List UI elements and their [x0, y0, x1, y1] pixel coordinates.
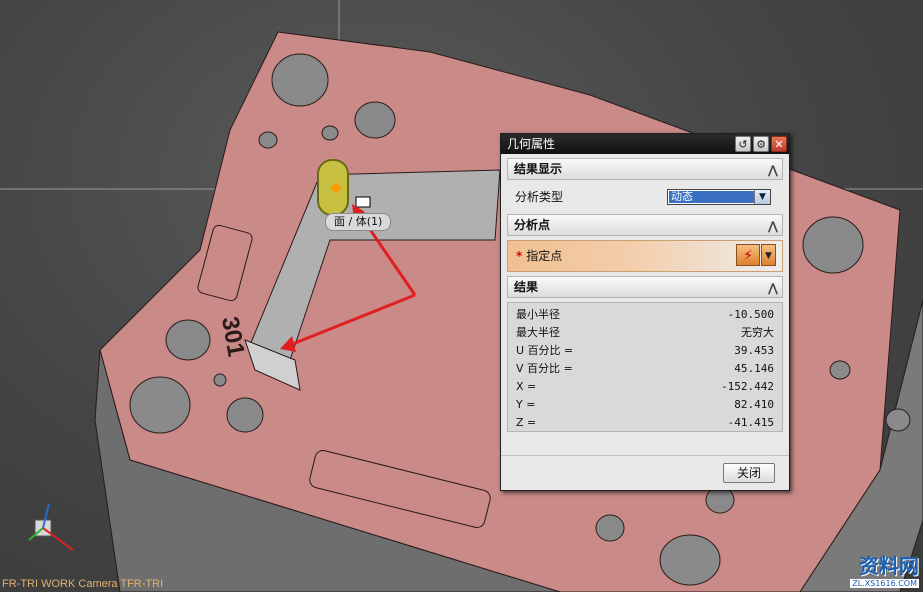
point-snap-icon[interactable]: ⚡ [736, 244, 760, 266]
analysis-type-row: 分析类型 动态 ▼ [507, 184, 783, 210]
specify-point-row[interactable]: * 指定点 ⚡ ▼ [507, 240, 783, 272]
watermark-title: 资料网 [859, 554, 919, 578]
section-analysis-point[interactable]: 分析点 ⋀ [507, 214, 783, 236]
watermark-url: ZL.XS1616.COM [850, 579, 919, 588]
hole [271, 53, 329, 107]
dialog-titlebar[interactable]: 几何属性 ↺ ⚙ ✕ [501, 134, 789, 154]
collapse-icon[interactable]: ⋀ [768, 216, 778, 236]
dialog-title: 几何属性 [507, 137, 556, 151]
collapse-icon[interactable]: ⋀ [768, 278, 778, 298]
section-label: 结果 [514, 280, 539, 294]
view-triad-icon [28, 503, 74, 551]
settings-icon[interactable]: ⚙ [753, 136, 769, 152]
geometry-properties-dialog: 几何属性 ↺ ⚙ ✕ 结果显示 ⋀ 分析类型 动态 ▼ 分析点 ⋀ * 指定点 ⚡… [500, 133, 790, 491]
result-row: X = -152.442 [516, 380, 774, 393]
close-button[interactable]: 关闭 [723, 463, 775, 483]
result-row: Y = 82.410 [516, 398, 774, 411]
section-label: 结果显示 [514, 162, 563, 176]
analysis-type-value: 动态 [669, 191, 755, 203]
result-row: Z = -41.415 [516, 416, 774, 429]
reset-icon[interactable]: ↺ [735, 136, 751, 152]
camera-label: FR-TRI WORK Camera TFR-TRI [2, 578, 164, 590]
face-icon [355, 196, 371, 208]
chevron-down-icon[interactable]: ▼ [754, 190, 770, 204]
analysis-type-label: 分析类型 [515, 190, 564, 204]
result-row: 最小半径 -10.500 [516, 308, 774, 321]
required-mark: * [516, 249, 523, 263]
close-icon[interactable]: ✕ [771, 136, 787, 152]
analysis-type-select[interactable]: 动态 ▼ [667, 189, 771, 205]
section-results[interactable]: 结果 ⋀ [507, 276, 783, 298]
specify-point-label: 指定点 [526, 249, 563, 263]
dialog-footer: 关闭 [501, 455, 789, 490]
result-row: 最大半径 无穷大 [516, 326, 774, 339]
watermark-logo: 资料网 ZL.XS1616.COM [850, 550, 919, 588]
section-label: 分析点 [514, 218, 551, 232]
hole [354, 101, 396, 139]
results-panel: 最小半径 -10.500 最大半径 无穷大 U 百分比 = 39.453 V 百分比 … [507, 302, 783, 432]
selection-tooltip: 面 / 体(1) [325, 213, 392, 231]
result-row: U 百分比 = 39.453 [516, 344, 774, 357]
chevron-down-icon[interactable]: ▼ [761, 244, 776, 266]
section-result-display[interactable]: 结果显示 ⋀ [507, 158, 783, 180]
result-row: V 百分比 = 45.146 [516, 362, 774, 375]
collapse-icon[interactable]: ⋀ [768, 160, 778, 180]
